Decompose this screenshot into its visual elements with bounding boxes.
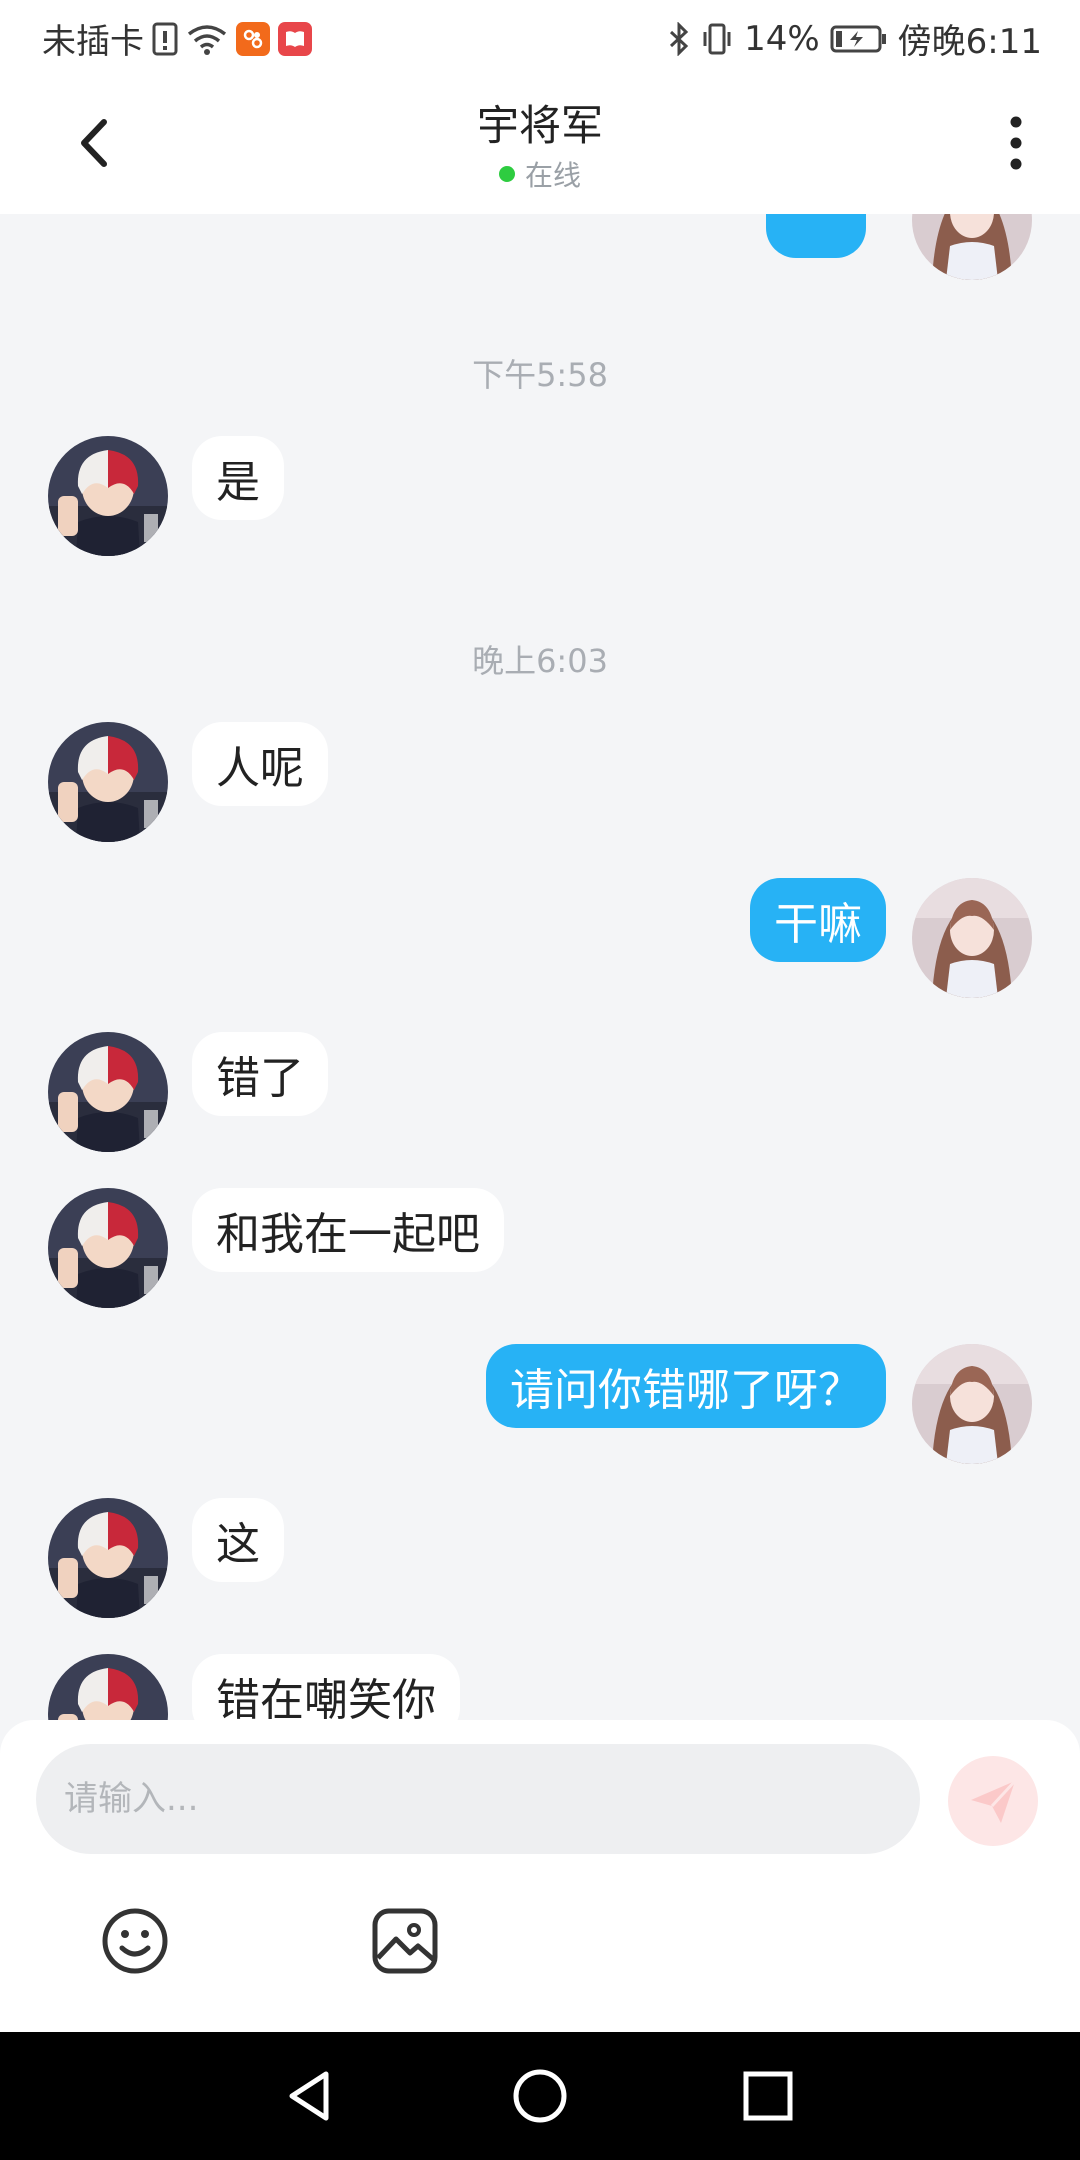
triangle-back-icon: [289, 2071, 329, 2121]
online-dot-icon: [498, 166, 515, 182]
battery-charging-icon: [830, 24, 888, 54]
message-bubble-incoming[interactable]: 错在嘲笑你: [192, 1654, 460, 1720]
timestamp: 下午5:58: [472, 356, 608, 394]
contact-avatar[interactable]: [48, 722, 168, 842]
more-options-button[interactable]: [996, 108, 1036, 178]
timestamp: 晚上6:03: [472, 642, 608, 680]
system-navigation-bar: [0, 2032, 1080, 2160]
online-status: 在线: [0, 154, 1080, 194]
vertical-dots-icon: [1010, 116, 1022, 170]
contact-avatar[interactable]: [48, 1654, 168, 1720]
nav-home-button[interactable]: [510, 2066, 570, 2126]
image-button[interactable]: [370, 1906, 440, 1976]
message-bubble-incoming[interactable]: 错了: [192, 1032, 328, 1116]
my-avatar[interactable]: [912, 1344, 1032, 1464]
sim-alert-icon: [152, 22, 178, 56]
status-bar: 未插卡 14% 傍晚6:11: [0, 0, 1080, 72]
square-recents-icon: [743, 2071, 793, 2121]
circle-home-icon: [513, 2069, 567, 2123]
chat-header: 宇将军 在线: [0, 72, 1080, 214]
my-avatar[interactable]: [912, 878, 1032, 998]
battery-percent: 14%: [744, 18, 820, 59]
contact-name: 宇将军: [476, 101, 603, 150]
emoji-button[interactable]: [100, 1906, 170, 1976]
nav-recents-button[interactable]: [738, 2066, 798, 2126]
message-bubble-outgoing-partial[interactable]: [766, 214, 866, 258]
message-bubble-incoming[interactable]: 是: [192, 436, 284, 520]
paper-plane-icon: [971, 1779, 1017, 1823]
message-bubble-incoming[interactable]: 和我在一起吧: [192, 1188, 504, 1272]
wifi-icon: [186, 22, 228, 56]
smiley-icon: [102, 1908, 168, 1974]
message-bubble-incoming[interactable]: 人呢: [192, 722, 328, 806]
nav-back-button[interactable]: [280, 2066, 340, 2126]
contact-avatar[interactable]: [48, 1032, 168, 1152]
image-icon: [372, 1908, 438, 1974]
online-status-label: 在线: [524, 159, 581, 192]
message-list[interactable]: 下午5:58 是 晚上6:03 人呢 干嘛 错了 和我在一起吧 请问你错哪了呀？…: [0, 214, 1080, 1720]
my-avatar[interactable]: [912, 214, 1032, 280]
clock: 傍晚6:11: [897, 22, 1042, 62]
bluetooth-icon: [668, 21, 690, 56]
app-notification-icon: [236, 21, 270, 56]
book-app-icon: [278, 21, 312, 56]
message-bubble-incoming[interactable]: 这: [192, 1498, 284, 1582]
contact-avatar[interactable]: [48, 1188, 168, 1308]
send-button[interactable]: [948, 1756, 1038, 1846]
message-composer: [0, 1720, 1080, 2032]
contact-avatar[interactable]: [48, 1498, 168, 1618]
contact-avatar[interactable]: [48, 436, 168, 556]
carrier-label: 未插卡: [42, 22, 144, 62]
message-input[interactable]: [36, 1744, 920, 1854]
message-bubble-outgoing[interactable]: 请问你错哪了呀？: [486, 1344, 886, 1428]
message-bubble-outgoing[interactable]: 干嘛: [750, 878, 886, 962]
vibrate-icon: [700, 22, 734, 56]
